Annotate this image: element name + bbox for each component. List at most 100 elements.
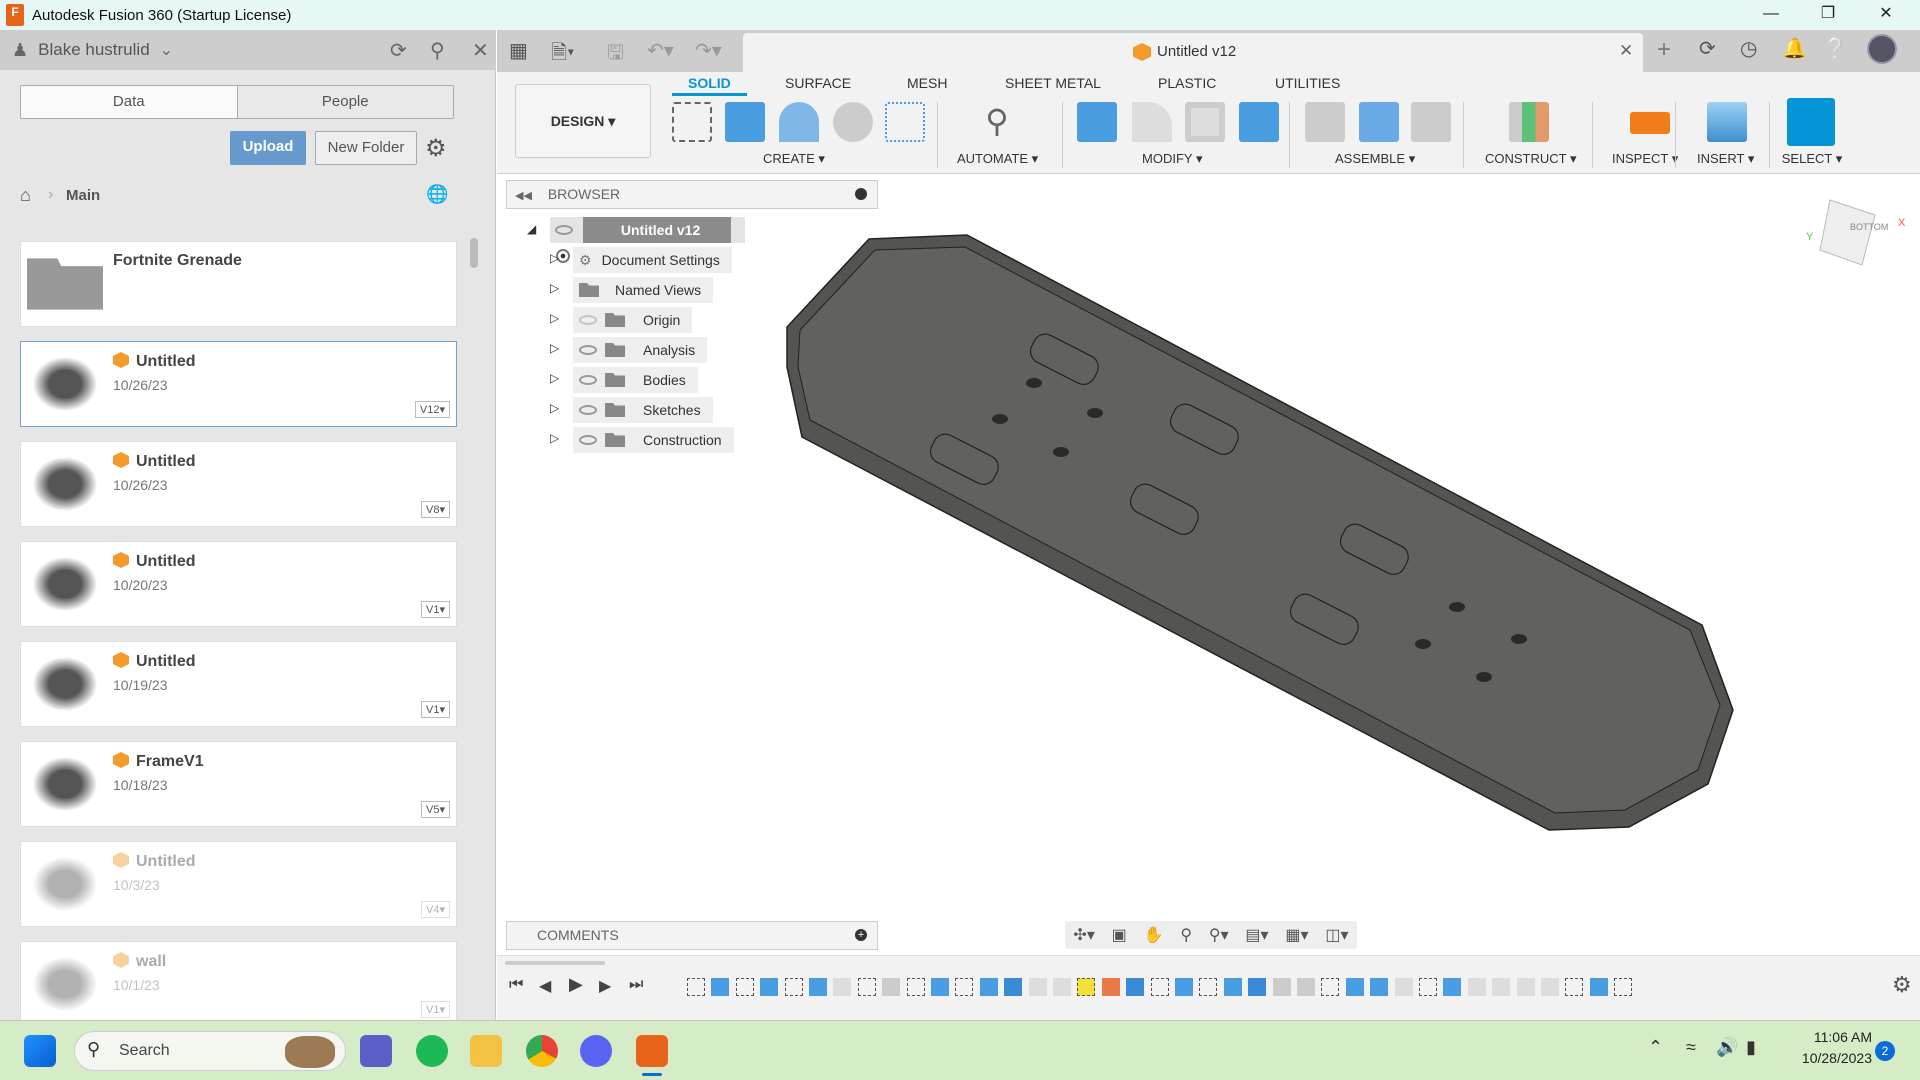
version-badge[interactable]: V4▾ bbox=[421, 901, 450, 918]
timeline-fillet-icon[interactable] bbox=[833, 978, 852, 996]
close-panel-icon[interactable]: ✕ bbox=[472, 38, 489, 63]
expand-node-icon[interactable]: ▷ bbox=[550, 281, 559, 295]
timeline-appearance-icon[interactable] bbox=[1101, 978, 1120, 996]
browser-node[interactable]: Sketches bbox=[573, 397, 713, 423]
timeline-shell-icon[interactable] bbox=[882, 978, 901, 996]
version-badge[interactable]: V1▾ bbox=[421, 701, 450, 718]
version-badge[interactable]: V1▾ bbox=[421, 601, 450, 618]
expand-node-icon[interactable]: ▷ bbox=[550, 311, 559, 325]
notification-badge[interactable]: 2 bbox=[1875, 1041, 1895, 1061]
timeline-sketch-icon[interactable] bbox=[1150, 978, 1169, 996]
design-item[interactable]: wall 10/1/23 V1▾ bbox=[20, 941, 457, 1027]
tab-solid[interactable]: SOLID bbox=[688, 75, 731, 91]
clock-date[interactable]: 10/28/2023 bbox=[1782, 1050, 1872, 1066]
joint-icon[interactable] bbox=[1305, 102, 1345, 142]
browser-node[interactable]: Construction bbox=[573, 427, 734, 453]
user-name-dropdown[interactable]: Blake hustrulid bbox=[38, 40, 150, 60]
timeline-scrollbar[interactable] bbox=[505, 961, 605, 965]
undo-icon[interactable]: ↶▾ bbox=[647, 38, 674, 63]
as-built-joint-icon[interactable] bbox=[1411, 102, 1451, 142]
select-menu[interactable]: SELECT ▾ bbox=[1782, 151, 1842, 167]
spotify-icon[interactable] bbox=[416, 1035, 448, 1067]
timeline-shell-icon[interactable] bbox=[1272, 978, 1291, 996]
step-forward-icon[interactable]: ▶ bbox=[599, 976, 611, 996]
shell-icon[interactable] bbox=[1185, 102, 1225, 142]
measure-icon[interactable] bbox=[1630, 112, 1670, 134]
comments-panel[interactable]: COMMENTS + bbox=[506, 921, 878, 950]
tab-plastic[interactable]: PLASTIC bbox=[1158, 75, 1216, 91]
timeline-extrude-icon[interactable] bbox=[1345, 978, 1364, 996]
tab-mesh[interactable]: MESH bbox=[907, 75, 947, 91]
tab-data[interactable]: Data bbox=[21, 86, 238, 118]
search-icon[interactable]: ⚲ bbox=[430, 38, 445, 63]
timeline-extrude-icon[interactable] bbox=[931, 978, 949, 996]
browser-node[interactable]: Bodies bbox=[573, 367, 698, 393]
design-item[interactable]: Untitled 10/26/23 V12▾ bbox=[20, 341, 457, 427]
timeline-chamfer-icon[interactable] bbox=[1028, 978, 1047, 996]
design-item[interactable]: FrameV1 10/18/23 V5▾ bbox=[20, 741, 457, 827]
look-at-icon[interactable]: ▣ bbox=[1112, 925, 1127, 945]
create-sketch-icon[interactable] bbox=[672, 102, 712, 142]
fillet-icon[interactable] bbox=[1132, 102, 1172, 142]
timeline-sketch-icon[interactable] bbox=[1419, 978, 1437, 996]
home-icon[interactable]: ⌂ bbox=[20, 185, 31, 206]
timeline-fillet-icon[interactable] bbox=[1516, 978, 1535, 996]
version-badge[interactable]: V8▾ bbox=[421, 501, 450, 518]
design-item[interactable]: Untitled 10/19/23 V1▾ bbox=[20, 641, 457, 727]
play-icon[interactable]: ▶ bbox=[569, 974, 583, 995]
teams-chat-icon[interactable] bbox=[360, 1035, 392, 1067]
press-pull-icon[interactable] bbox=[1077, 102, 1117, 142]
visibility-eye-icon[interactable] bbox=[579, 435, 597, 445]
design-item[interactable]: Untitled 10/20/23 V1▾ bbox=[20, 541, 457, 627]
hole-icon[interactable] bbox=[833, 102, 873, 142]
expand-node-icon[interactable]: ▷ bbox=[550, 371, 559, 385]
timeline-move-icon[interactable] bbox=[1126, 978, 1145, 996]
step-back-icon[interactable]: ◀ bbox=[539, 976, 551, 996]
browser-panel-header[interactable]: ◀◀ BROWSER bbox=[506, 180, 878, 209]
tab-surface[interactable]: SURFACE bbox=[785, 75, 851, 91]
version-badge[interactable]: V1▾ bbox=[421, 1001, 450, 1018]
timeline-combine-icon[interactable] bbox=[1248, 978, 1267, 996]
close-tab-icon[interactable]: ✕ bbox=[1619, 41, 1633, 61]
zoom-icon[interactable]: ⚲ bbox=[1180, 925, 1192, 945]
design-item[interactable]: Untitled 10/3/23 V4▾ bbox=[20, 841, 457, 927]
timeline-fillet-icon[interactable] bbox=[1467, 978, 1486, 996]
version-badge[interactable]: V5▾ bbox=[421, 801, 450, 818]
scrollbar-thumb[interactable] bbox=[470, 238, 478, 268]
go-to-end-icon[interactable]: ⏭ bbox=[629, 976, 643, 994]
redo-icon[interactable]: ↷▾ bbox=[695, 38, 722, 63]
visibility-eye-icon[interactable] bbox=[579, 405, 597, 415]
tab-sheet-metal[interactable]: SHEET METAL bbox=[1005, 75, 1101, 91]
browser-node[interactable]: ⚙ Document Settings bbox=[573, 247, 732, 273]
new-tab-plus-icon[interactable]: + bbox=[1657, 36, 1671, 64]
chevron-down-icon[interactable]: ⌄ bbox=[160, 40, 173, 60]
refresh-icon[interactable]: ⟳ bbox=[390, 38, 407, 63]
expand-node-icon[interactable]: ▷ bbox=[550, 401, 559, 415]
timeline-extrude-icon[interactable] bbox=[809, 978, 827, 996]
browser-node[interactable]: Named Views bbox=[573, 277, 714, 303]
timeline-extrude-icon[interactable] bbox=[711, 978, 730, 996]
show-hidden-icons-chevron[interactable]: ⌃ bbox=[1648, 1037, 1663, 1058]
globe-icon[interactable]: 🌐 bbox=[426, 184, 448, 205]
display-settings-icon[interactable]: ▤▾ bbox=[1245, 925, 1268, 945]
fit-icon[interactable]: ⚲▾ bbox=[1209, 925, 1229, 945]
upload-button[interactable]: Upload bbox=[230, 131, 306, 165]
browser-pin-icon[interactable] bbox=[855, 188, 867, 200]
timeline-fillet-icon[interactable] bbox=[1053, 978, 1071, 996]
timeline-fillet-icon[interactable] bbox=[1541, 978, 1559, 996]
file-explorer-icon[interactable] bbox=[470, 1035, 502, 1067]
timeline-sketch-icon[interactable] bbox=[1614, 978, 1633, 996]
inspect-menu[interactable]: INSPECT ▾ bbox=[1612, 151, 1678, 167]
combine-icon[interactable] bbox=[1239, 102, 1279, 142]
timeline-sketch-icon[interactable] bbox=[1321, 978, 1340, 996]
timeline-settings-gear-icon[interactable]: ⚙ bbox=[1892, 972, 1912, 998]
orbit-icon[interactable]: ✣▾ bbox=[1073, 925, 1094, 945]
go-to-start-icon[interactable]: ⏮ bbox=[509, 976, 523, 994]
pan-hand-icon[interactable]: ✋ bbox=[1144, 925, 1164, 945]
timeline-extrude-icon[interactable] bbox=[1175, 978, 1193, 996]
fusion-360-taskbar-icon[interactable] bbox=[636, 1035, 668, 1067]
browser-root-node[interactable]: Untitled v12 bbox=[550, 217, 745, 263]
user-avatar[interactable] bbox=[1867, 34, 1897, 64]
file-menu-icon[interactable]: 🗎▾ bbox=[551, 38, 574, 72]
expand-node-icon[interactable]: ▷ bbox=[550, 431, 559, 445]
